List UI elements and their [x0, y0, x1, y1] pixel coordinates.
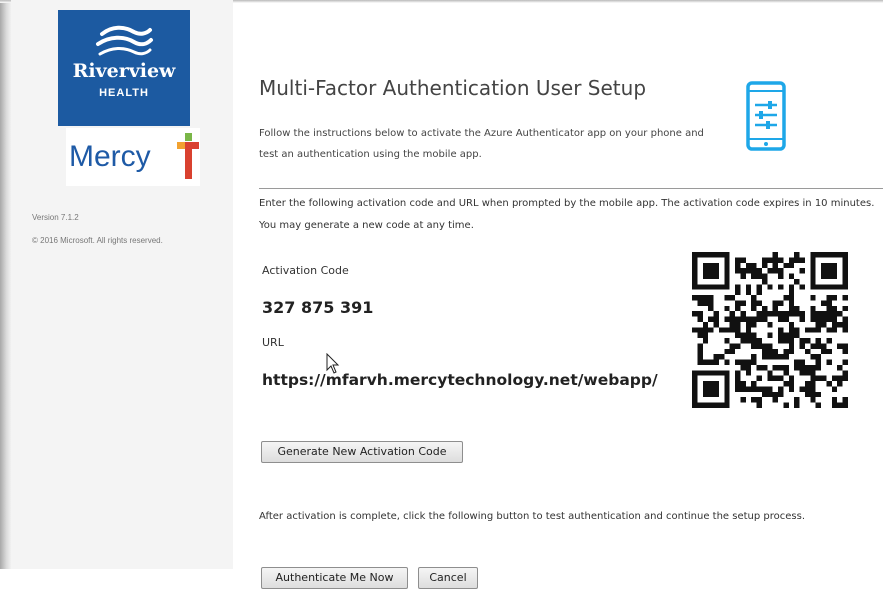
- mobile-phone-settings-icon: [746, 81, 786, 151]
- instructions-text: Enter the following activation code and …: [259, 198, 875, 231]
- waves-icon: [96, 25, 153, 56]
- activation-code-value: 327 875 391: [262, 298, 374, 317]
- version-text: Version 7.1.2: [32, 213, 79, 222]
- url-label: URL: [262, 336, 284, 349]
- brand-mercy-text: Mercy: [69, 140, 151, 173]
- brand-riverview-text: Riverview: [72, 60, 176, 82]
- qr-code-icon: [692, 252, 848, 408]
- window-shadow-edge: [0, 0, 11, 569]
- activation-code-label: Activation Code: [262, 264, 349, 277]
- cancel-button[interactable]: Cancel: [418, 567, 478, 589]
- page-title: Multi-Factor Authentication User Setup: [259, 76, 647, 100]
- sidebar: Riverview HEALTH Mercy Version 7.1.2 © 2…: [11, 0, 233, 569]
- mfa-setup-window: Riverview HEALTH Mercy Version 7.1.2 © 2…: [0, 0, 883, 589]
- mercy-cross-icon: [177, 133, 199, 179]
- brand-health-text: HEALTH: [99, 87, 149, 99]
- after-activation-text: After activation is complete, click the …: [259, 511, 806, 522]
- generate-activation-code-button[interactable]: Generate New Activation Code: [261, 441, 463, 463]
- copyright-text: © 2016 Microsoft. All rights reserved.: [32, 236, 163, 245]
- authenticate-me-now-button[interactable]: Authenticate Me Now: [261, 567, 408, 589]
- riverview-health-logo: Riverview HEALTH: [58, 10, 190, 126]
- intro-text: Follow the instructions below to activat…: [259, 128, 704, 160]
- section-divider: [259, 188, 883, 189]
- mercy-logo: Mercy: [66, 128, 200, 186]
- url-value: https://mfarvh.mercytechnology.net/webap…: [262, 371, 658, 389]
- mouse-cursor-icon: [326, 353, 340, 374]
